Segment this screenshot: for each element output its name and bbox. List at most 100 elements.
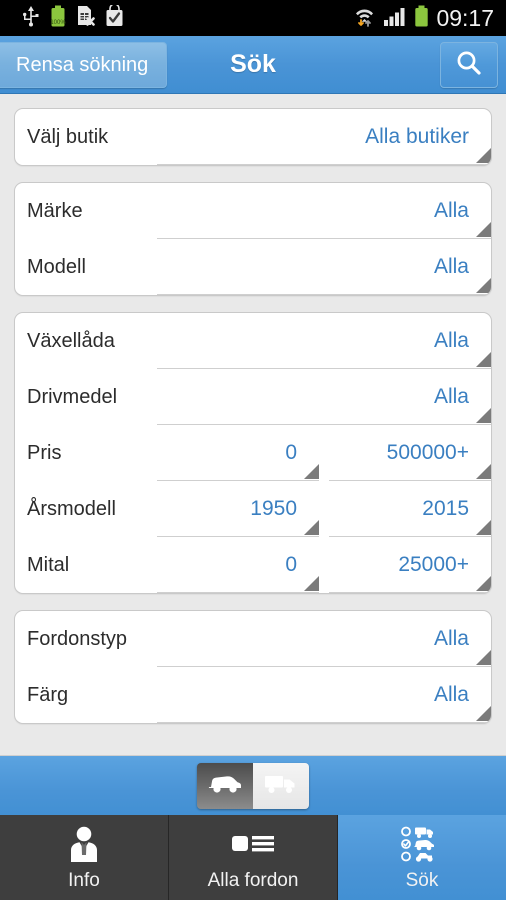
battery-percent-icon: 100% (50, 5, 66, 32)
bottom-tab-bar: Info Alla fordon Sök (0, 815, 506, 900)
field-value: Alla (433, 328, 469, 352)
form-row-arsmodell[interactable]: Årsmodell 1950 2015 (15, 481, 491, 537)
vehicle-filter-icon (399, 824, 445, 864)
clear-search-button[interactable]: Rensa sökning (0, 42, 168, 88)
dropdown-corner-icon (476, 650, 491, 665)
dropdown-corner-icon (476, 464, 491, 479)
form-row-valj-butik[interactable]: Välj butik Alla butiker (15, 109, 491, 165)
field-value: 0 (285, 440, 297, 464)
clear-search-label: Rensa sökning (16, 53, 149, 76)
form-group-store: Välj butik Alla butiker (14, 108, 492, 166)
search-button[interactable] (440, 42, 498, 88)
field-value: Alla (433, 682, 469, 706)
dropdown-marke[interactable]: Alla (157, 183, 491, 239)
field-value: Alla (433, 626, 469, 650)
magnifier-icon (454, 48, 484, 83)
dropdown-corner-icon (476, 222, 491, 237)
title-bar: Rensa sökning Sök (0, 36, 506, 94)
form-row-fordonstyp[interactable]: Fordonstyp Alla (15, 611, 491, 667)
dropdown-vaxellada[interactable]: Alla (157, 313, 491, 369)
dropdown-arsmodell-max[interactable]: 2015 (329, 481, 491, 537)
tab-info[interactable]: Info (0, 815, 169, 900)
field-value: Alla (433, 384, 469, 408)
status-bar: 100% 09:17 (0, 0, 506, 36)
row-fields: 0 500000+ (157, 425, 491, 481)
row-fields: Alla (157, 239, 491, 295)
wifi-transfer-icon (353, 4, 376, 33)
row-fields: Alla (157, 611, 491, 667)
form-row-vaxellada[interactable]: Växellåda Alla (15, 313, 491, 369)
vehicle-type-segmented-control (197, 762, 309, 809)
tab-alla-fordon[interactable]: Alla fordon (169, 815, 338, 900)
row-label: Växellåda (27, 329, 115, 352)
dropdown-corner-icon (476, 278, 491, 293)
shopping-bag-check-icon (105, 2, 124, 32)
row-fields: 1950 2015 (157, 481, 491, 537)
dropdown-pris-max[interactable]: 500000+ (329, 425, 491, 481)
dropdown-drivmedel[interactable]: Alla (157, 369, 491, 425)
field-value: Alla (433, 254, 469, 278)
row-label: Fordonstyp (27, 627, 128, 650)
row-fields: 0 25000+ (157, 537, 491, 593)
dropdown-corner-icon (476, 352, 491, 367)
form-group-specs: Växellåda Alla Drivmedel Alla Pris 0 500… (14, 312, 492, 594)
row-fields: Alla butiker (157, 109, 491, 165)
form-row-drivmedel[interactable]: Drivmedel Alla (15, 369, 491, 425)
dropdown-mital-min[interactable]: 0 (157, 537, 319, 593)
dropdown-modell[interactable]: Alla (157, 239, 491, 295)
dropdown-farg[interactable]: Alla (157, 667, 491, 723)
dropdown-corner-icon (304, 520, 319, 535)
app-root: 100% 09:17 Rensa sökning Sök Välj butik … (0, 0, 506, 900)
vehicle-type-toggle-bar (0, 755, 506, 815)
field-value: 500000+ (386, 440, 469, 464)
dropdown-pris-min[interactable]: 0 (157, 425, 319, 481)
dropdown-corner-icon (304, 464, 319, 479)
sim-card-error-icon (76, 5, 95, 32)
dropdown-corner-icon (476, 408, 491, 423)
row-label: Mital (27, 553, 70, 576)
field-value: 0 (285, 552, 297, 576)
form-row-pris[interactable]: Pris 0 500000+ (15, 425, 491, 481)
battery-percent-label: 100% (50, 20, 66, 26)
dropdown-mital-max[interactable]: 25000+ (329, 537, 491, 593)
dropdown-arsmodell-min[interactable]: 1950 (157, 481, 319, 537)
field-value: 25000+ (398, 552, 469, 576)
segment-truck[interactable] (253, 762, 309, 809)
form-group-make-model: Märke Alla Modell Alla (14, 182, 492, 296)
dropdown-valj-butik[interactable]: Alla butiker (157, 109, 491, 165)
field-value: 2015 (422, 496, 469, 520)
search-form: Välj butik Alla butiker Märke Alla Model… (0, 94, 506, 755)
field-value: 1950 (250, 496, 297, 520)
form-row-farg[interactable]: Färg Alla (15, 667, 491, 723)
list-icon (230, 824, 276, 864)
dropdown-fordonstyp[interactable]: Alla (157, 611, 491, 667)
row-fields: Alla (157, 369, 491, 425)
usb-icon (22, 5, 40, 32)
row-label: Modell (27, 255, 86, 278)
row-fields: Alla (157, 183, 491, 239)
form-row-marke[interactable]: Märke Alla (15, 183, 491, 239)
form-row-mital[interactable]: Mital 0 25000+ (15, 537, 491, 593)
tab-label: Info (68, 869, 100, 891)
dropdown-corner-icon (304, 576, 319, 591)
battery-icon (414, 5, 429, 32)
status-bar-left-icons: 100% (6, 2, 124, 32)
dropdown-corner-icon (476, 576, 491, 591)
car-icon (207, 771, 243, 800)
field-value: Alla (433, 198, 469, 222)
tab-label: Sök (405, 869, 439, 891)
dropdown-corner-icon (476, 148, 491, 163)
tab-sok[interactable]: Sök (338, 815, 506, 900)
form-row-modell[interactable]: Modell Alla (15, 239, 491, 295)
dropdown-corner-icon (476, 520, 491, 535)
segment-car[interactable] (197, 762, 253, 809)
row-label: Drivmedel (27, 385, 118, 408)
row-label: Märke (27, 199, 83, 222)
row-label: Pris (27, 441, 62, 464)
row-label: Årsmodell (27, 497, 116, 520)
tab-label: Alla fordon (207, 869, 299, 891)
row-fields: Alla (157, 667, 491, 723)
signal-bars-icon (383, 5, 407, 32)
row-label: Välj butik (27, 125, 109, 148)
form-group-type-color: Fordonstyp Alla Färg Alla (14, 610, 492, 724)
